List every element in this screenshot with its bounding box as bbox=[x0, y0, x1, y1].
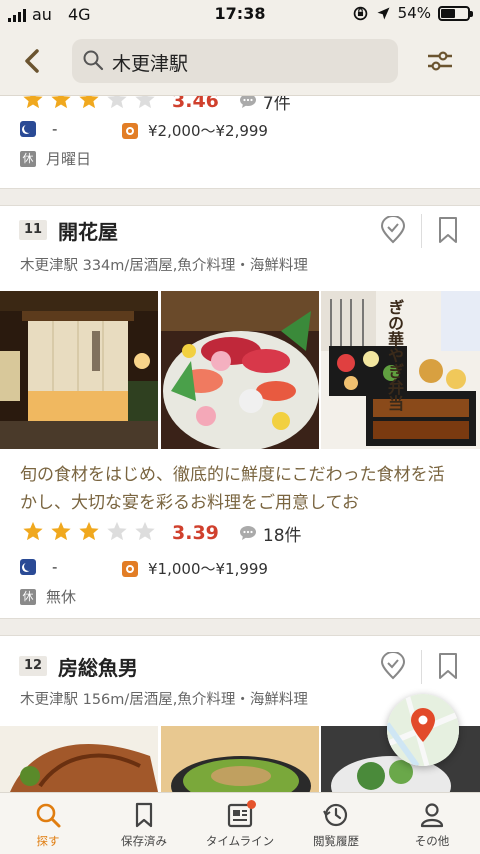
back-icon[interactable] bbox=[18, 46, 48, 76]
search-header: 木更津駅 bbox=[0, 28, 480, 96]
photo-rice-bowl[interactable] bbox=[161, 726, 319, 792]
tab-bar: 探す 保存済み タイムライン 閲覧履歴 その他 bbox=[0, 792, 480, 854]
rating-score: 3.46 bbox=[172, 96, 219, 112]
star-filled-icon bbox=[79, 521, 99, 541]
visited-check-icon[interactable] bbox=[380, 652, 406, 680]
history-icon bbox=[323, 803, 348, 827]
bookmark-icon bbox=[135, 802, 153, 828]
lunch-price: ¥2,000～¥2,999 bbox=[148, 122, 268, 140]
bookmark-icon[interactable] bbox=[436, 652, 462, 680]
divider bbox=[421, 214, 422, 248]
restaurant-meta: 木更津駅 334m/居酒屋,魚介料理・海鮮料理 bbox=[20, 258, 308, 274]
tab-label: その他 bbox=[414, 834, 450, 848]
star-empty-icon bbox=[135, 521, 155, 541]
restaurant-card-11[interactable]: 11 開花屋 木更津駅 334m/居酒屋,魚介料理・海鮮料理 ぎの華やぎ弁当 旬… bbox=[0, 206, 480, 618]
rating-row: 3.46 7件 bbox=[20, 96, 291, 114]
map-pin-icon bbox=[387, 694, 459, 766]
search-query: 木更津駅 bbox=[112, 53, 189, 75]
tab-timeline[interactable]: タイムライン bbox=[192, 793, 288, 854]
comment-icon bbox=[239, 526, 256, 540]
battery-icon bbox=[438, 5, 473, 21]
rating-score: 3.39 bbox=[172, 522, 219, 544]
holiday-icon: 休 bbox=[20, 150, 36, 167]
restaurant-meta: 木更津駅 156m/居酒屋,魚介料理・海鮮料理 bbox=[20, 692, 308, 708]
bento-photo-title: ぎの華やぎ弁当 bbox=[385, 299, 404, 411]
star-empty-icon bbox=[135, 96, 155, 109]
tab-label: タイムライン bbox=[205, 834, 275, 848]
dinner-icon bbox=[20, 121, 36, 137]
rank-badge: 11 bbox=[19, 220, 47, 240]
status-bar: au 4G 17:38 54% bbox=[0, 0, 480, 28]
notification-badge bbox=[247, 800, 256, 809]
rating-row: 3.39 18件 bbox=[20, 520, 302, 546]
star-filled-icon bbox=[23, 96, 43, 109]
tab-label: 探す bbox=[36, 834, 60, 848]
divider bbox=[421, 650, 422, 684]
star-empty-icon bbox=[107, 96, 127, 109]
battery-percent: 54% bbox=[397, 4, 431, 22]
photo-sashimi[interactable] bbox=[161, 291, 319, 449]
filter-icon[interactable] bbox=[425, 48, 455, 74]
tab-label: 保存済み bbox=[121, 834, 167, 848]
comment-icon bbox=[239, 96, 256, 108]
review-count-text: 18件 bbox=[262, 525, 302, 546]
card-separator bbox=[0, 618, 480, 636]
photo-bento[interactable]: ぎの華やぎ弁当 bbox=[321, 291, 480, 449]
search-icon bbox=[36, 803, 61, 828]
restaurant-card-previous[interactable]: 3.46 7件 - ¥2,000～¥2,999 休 月曜日 bbox=[0, 96, 480, 190]
bookmark-icon[interactable] bbox=[436, 216, 462, 244]
star-filled-icon bbox=[51, 96, 71, 109]
review-count-text: 7件 bbox=[262, 96, 291, 114]
user-icon bbox=[420, 803, 444, 828]
map-button[interactable] bbox=[387, 694, 459, 766]
dinner-price: - bbox=[52, 120, 58, 138]
lunch-icon bbox=[122, 122, 138, 139]
lunch-price: ¥1,000～¥1,999 bbox=[148, 560, 268, 578]
tab-label: 閲覧履歴 bbox=[313, 834, 359, 848]
dinner-price: - bbox=[52, 558, 58, 576]
holiday-text: 月曜日 bbox=[46, 150, 92, 168]
holiday-text: 無休 bbox=[46, 588, 77, 606]
photo-storefront[interactable] bbox=[0, 291, 158, 449]
visited-check-icon[interactable] bbox=[380, 216, 406, 244]
rotation-lock-icon bbox=[353, 6, 367, 20]
star-filled-icon bbox=[23, 521, 43, 541]
restaurant-name[interactable]: 開花屋 bbox=[58, 216, 118, 245]
restaurant-description: 旬の食材をはじめ、徹底的に鮮度にこだわった食材を活かし、大切な宴を彩るお料理をご… bbox=[20, 465, 445, 513]
review-count[interactable]: 18件 bbox=[239, 521, 302, 546]
lunch-icon bbox=[122, 560, 138, 577]
search-icon bbox=[83, 50, 104, 71]
restaurant-name[interactable]: 房総魚男 bbox=[58, 652, 138, 681]
tab-saved[interactable]: 保存済み bbox=[96, 793, 192, 854]
star-filled-icon bbox=[79, 96, 99, 109]
search-input[interactable]: 木更津駅 bbox=[72, 39, 398, 83]
tab-history[interactable]: 閲覧履歴 bbox=[288, 793, 384, 854]
tab-other[interactable]: その他 bbox=[384, 793, 480, 854]
star-empty-icon bbox=[107, 521, 127, 541]
dinner-icon bbox=[20, 559, 36, 575]
review-count: 7件 bbox=[239, 96, 291, 114]
card-separator bbox=[0, 188, 480, 206]
photo-grilled-fish[interactable] bbox=[0, 726, 158, 792]
star-filled-icon bbox=[51, 521, 71, 541]
holiday-icon: 休 bbox=[20, 588, 36, 605]
tab-search[interactable]: 探す bbox=[0, 793, 96, 854]
rank-badge: 12 bbox=[19, 656, 47, 676]
location-arrow-icon bbox=[377, 7, 390, 19]
